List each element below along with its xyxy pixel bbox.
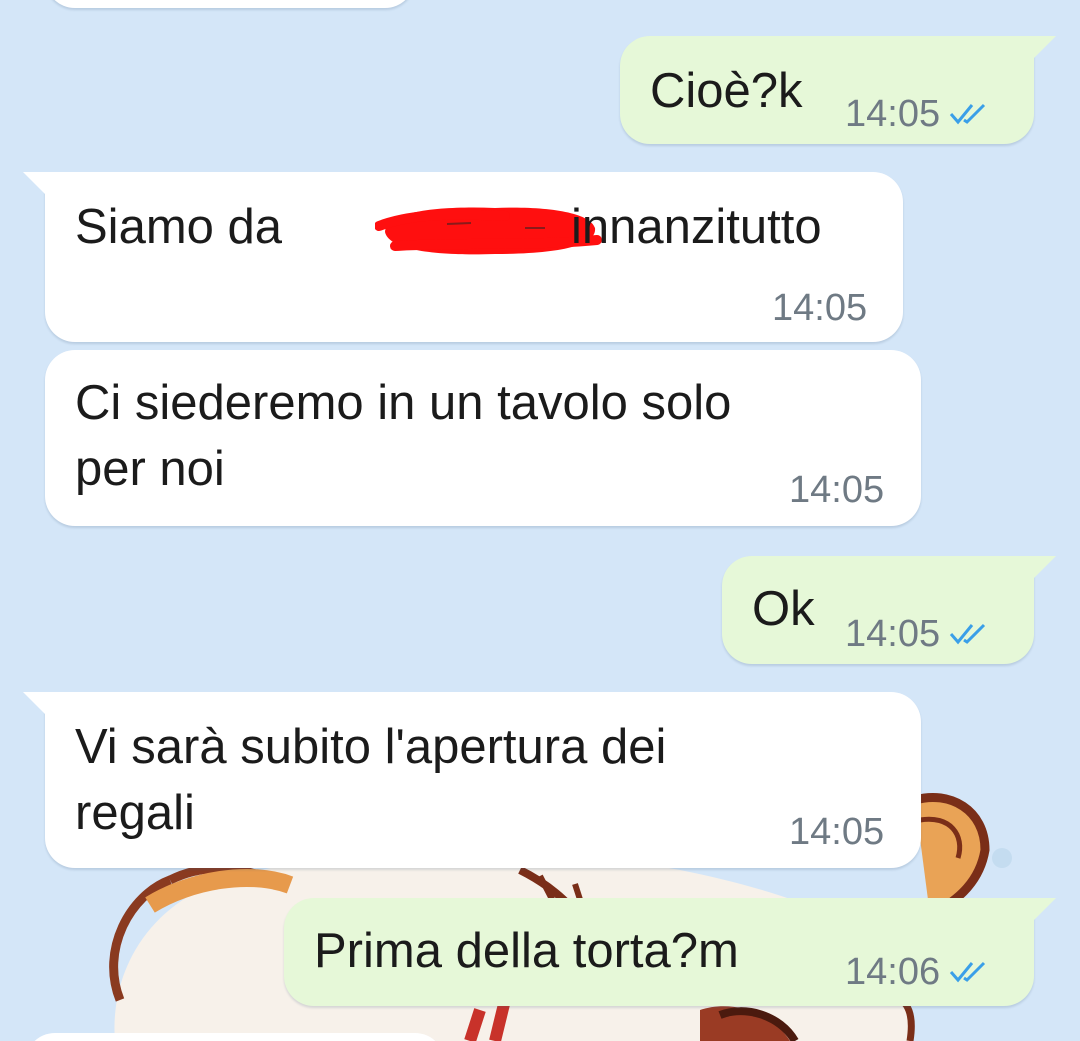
message-time: 14:05 <box>789 811 885 853</box>
message-bubble-partial[interactable] <box>25 1033 445 1041</box>
message-text-before-redaction: Siamo da <box>75 200 283 254</box>
message-text: Ci siederemo in un tavolo solo per noi <box>75 376 732 496</box>
message-time: 14:05 <box>789 469 885 511</box>
double-check-icon <box>949 961 986 983</box>
message-bubble-outgoing[interactable]: Ok 14:05 <box>722 556 1056 664</box>
message-text-after-redaction: innanzitutto <box>571 200 822 254</box>
message-meta: 14:05 <box>772 288 867 328</box>
message-meta: 14:05 <box>789 812 884 852</box>
message-text: Ok <box>752 582 815 636</box>
message-time: 14:06 <box>845 951 941 993</box>
message-bubble-outgoing[interactable]: Prima della torta?m 14:06 <box>284 898 1056 1006</box>
message-bubble-incoming[interactable]: Ci siederemo in un tavolo solo per noi 1… <box>45 350 921 526</box>
message-meta: 14:05 <box>845 614 994 654</box>
message-bubble-incoming[interactable]: Siamo da innanzitutto 14:05 <box>23 172 903 342</box>
message-text: Cioè?k <box>650 64 803 118</box>
message-text: Vi sarà subito l'apertura dei regali <box>75 720 667 840</box>
double-check-icon <box>949 623 986 645</box>
double-check-icon <box>949 103 986 125</box>
message-time: 14:05 <box>772 287 868 329</box>
message-time: 14:05 <box>845 93 941 135</box>
message-meta: 14:06 <box>845 952 994 992</box>
message-bubble-partial[interactable] <box>45 0 415 8</box>
redaction-scribble <box>375 207 602 255</box>
message-bubble-incoming[interactable]: Vi sarà subito l'apertura dei regali 14:… <box>23 692 921 868</box>
chat-area[interactable]: Cioè?k 14:05 Siamo da innanzitutto 14:05… <box>0 0 1080 1041</box>
message-bubble-outgoing[interactable]: Cioè?k 14:05 <box>620 36 1056 144</box>
message-text: Prima della torta?m <box>314 924 739 978</box>
message-meta: 14:05 <box>845 94 994 134</box>
message-meta: 14:05 <box>789 470 884 510</box>
message-time: 14:05 <box>845 613 941 655</box>
